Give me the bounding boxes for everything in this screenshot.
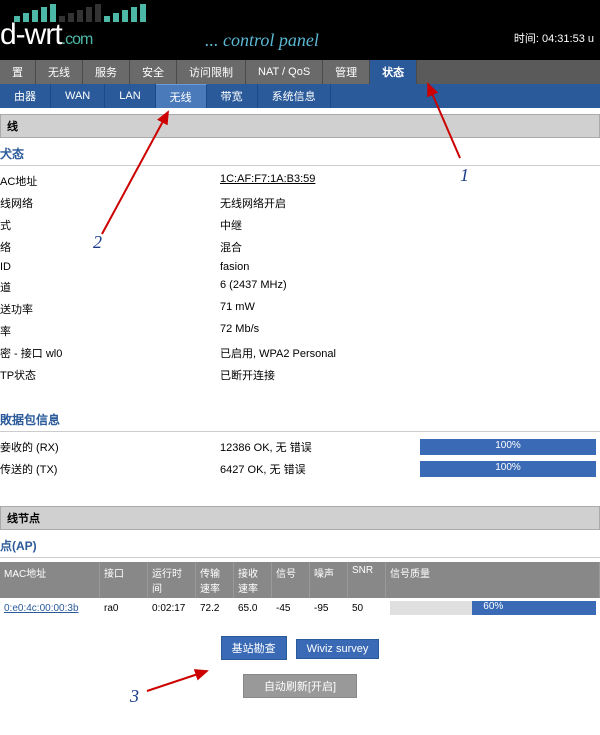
tab-setup[interactable]: 置	[0, 60, 36, 84]
ssid-label: ID	[0, 261, 220, 273]
auto-refresh-button[interactable]: 自动刷新[开启]	[243, 674, 357, 698]
subtab-wireless[interactable]: 无线	[156, 84, 207, 108]
rx-label: 妾收的 (RX)	[0, 439, 220, 455]
net-label: 络	[0, 239, 220, 255]
tab-wireless[interactable]: 无线	[36, 60, 83, 84]
subtab-wan[interactable]: WAN	[51, 84, 105, 108]
ap-table-row: 0:e0:4c:00:00:3b ra0 0:02:17 72.2 65.0 -…	[0, 598, 600, 618]
wiviz-survey-button[interactable]: Wiviz survey	[296, 639, 380, 659]
site-survey-button[interactable]: 基站勘查	[221, 636, 287, 660]
channel-label: 道	[0, 279, 220, 295]
network-label: 线网络	[0, 195, 220, 211]
security-value: 已启用, WPA2 Personal	[220, 345, 600, 361]
tab-access[interactable]: 访问限制	[177, 60, 246, 84]
tx-value: 6427 OK, 无 错误	[220, 461, 420, 477]
tpstatus-label: TP状态	[0, 367, 220, 383]
tx-progress: 100%	[420, 461, 596, 477]
channel-value: 6 (2437 MHz)	[220, 279, 600, 295]
mode-label: 式	[0, 217, 220, 233]
ap-mac[interactable]: 0:e0:4c:00:00:3b	[0, 600, 100, 617]
mac-value[interactable]: 1C:AF:F7:1A:B3:59	[220, 173, 600, 189]
tab-admin[interactable]: 管理	[323, 60, 370, 84]
tab-security[interactable]: 安全	[130, 60, 177, 84]
main-tabs: 置 无线 服务 安全 访问限制 NAT / QoS 管理 状态	[0, 60, 600, 84]
mode-value: 中继	[220, 217, 600, 233]
control-panel-label: ... control panel	[205, 30, 319, 51]
ap-rxrate: 65.0	[234, 600, 272, 617]
txpower-label: 送功率	[0, 301, 220, 317]
rx-value: 12386 OK, 无 错误	[220, 439, 420, 455]
mac-label: AC地址	[0, 173, 220, 189]
rate-label: 率	[0, 323, 220, 339]
packets-title: 敗据包信息	[0, 408, 600, 432]
ap-title: 点(AP)	[0, 534, 600, 558]
status-title: 犬态	[0, 142, 600, 166]
wireless-section-bar: 线	[0, 114, 600, 138]
header-bar: d-wrt.com ... control panel 时间: 04:31:53…	[0, 0, 600, 60]
ssid-value: fasion	[220, 261, 600, 273]
subtab-router[interactable]: 由器	[0, 84, 51, 108]
ap-noise: -95	[310, 600, 348, 617]
ap-signal: -45	[272, 600, 310, 617]
nodes-section-bar: 线节点	[0, 506, 600, 530]
net-value: 混合	[220, 239, 600, 255]
ap-quality: 60%	[386, 598, 600, 618]
ap-uptime: 0:02:17	[148, 600, 196, 617]
time-label: 时间: 04:31:53 u	[514, 30, 594, 46]
txpower-value: 71 mW	[220, 301, 600, 317]
tab-services[interactable]: 服务	[83, 60, 130, 84]
tab-nat-qos[interactable]: NAT / QoS	[246, 60, 323, 84]
ap-txrate: 72.2	[196, 600, 234, 617]
subtab-bandwidth[interactable]: 带宽	[207, 84, 258, 108]
sub-tabs: 由器 WAN LAN 无线 带宽 系统信息	[0, 84, 600, 108]
tab-status[interactable]: 状态	[370, 60, 417, 84]
security-label: 密 - 接口 wl0	[0, 345, 220, 361]
network-value: 无线网络开启	[220, 195, 600, 211]
subtab-lan[interactable]: LAN	[105, 84, 155, 108]
subtab-sysinfo[interactable]: 系统信息	[258, 84, 331, 108]
rx-progress: 100%	[420, 439, 596, 455]
ap-iface: ra0	[100, 600, 148, 617]
tpstatus-value: 已断开连接	[220, 367, 600, 383]
logo-text: d-wrt.com	[0, 18, 92, 52]
tx-label: 传送的 (TX)	[0, 461, 220, 477]
ap-table-header: MAC地址 接口 运行时间 传输速率 接收速率 信号 噪声 SNR 信号质量	[0, 562, 600, 598]
rate-value: 72 Mb/s	[220, 323, 600, 339]
ap-snr: 50	[348, 600, 386, 617]
